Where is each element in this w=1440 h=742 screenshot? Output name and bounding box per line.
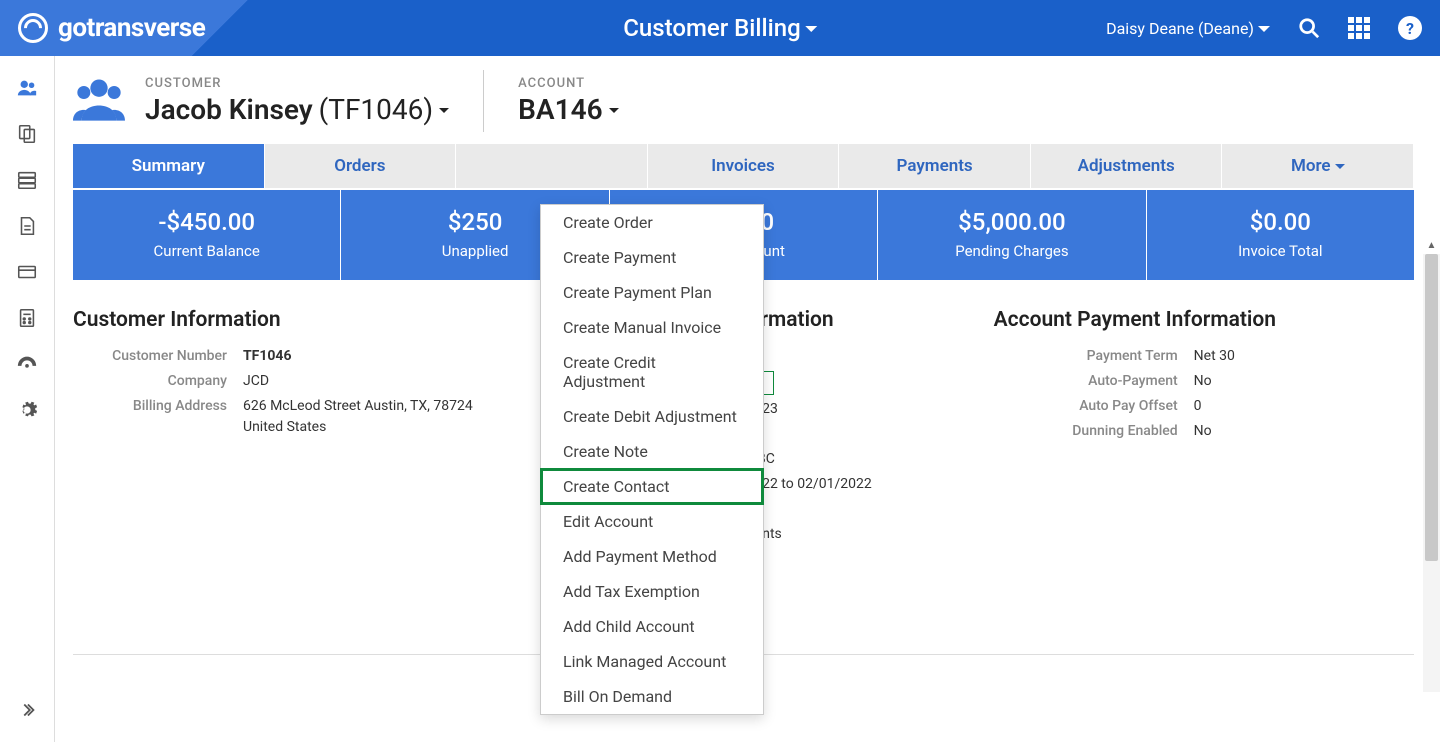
account-name-dropdown[interactable]: BA146 xyxy=(518,93,618,126)
stat-label: Current Balance xyxy=(73,242,340,260)
caret-down-icon xyxy=(1335,164,1345,174)
sidebar xyxy=(0,56,55,742)
info-key: Billing Address xyxy=(73,396,243,438)
tab-summary[interactable]: Summary xyxy=(73,144,265,188)
info-key: Company xyxy=(73,371,243,392)
menu-item-create-credit-adjustment[interactable]: Create Credit Adjustment xyxy=(541,345,763,399)
search-icon[interactable] xyxy=(1298,17,1320,39)
customer-id: (TF1046) xyxy=(319,93,433,126)
menu-item-create-payment-plan[interactable]: Create Payment Plan xyxy=(541,275,763,310)
info-key: Dunning Enabled xyxy=(994,421,1194,442)
customer-name-dropdown[interactable]: Jacob Kinsey (TF1046) xyxy=(145,93,449,126)
menu-item-create-debit-adjustment[interactable]: Create Debit Adjustment xyxy=(541,399,763,434)
caret-down-icon xyxy=(805,26,817,38)
info-value: TF1046 xyxy=(243,346,493,367)
stat-card: -$450.00 Current Balance xyxy=(73,190,341,280)
tab-payments[interactable]: Payments xyxy=(839,144,1031,188)
customer-icon xyxy=(73,77,125,125)
stat-card: $0.00 Invoice Total xyxy=(1147,190,1414,280)
tab-adjustments[interactable]: Adjustments xyxy=(1031,144,1223,188)
sidebar-server-icon[interactable] xyxy=(9,162,45,198)
brand-name: gotransverse xyxy=(58,13,205,43)
account-name: BA146 xyxy=(518,93,602,126)
info-key: Auto Pay Offset xyxy=(994,396,1194,417)
app-title-dropdown[interactable]: Customer Billing xyxy=(623,14,817,42)
sidebar-calculator-icon[interactable] xyxy=(9,300,45,336)
sidebar-users-icon[interactable] xyxy=(9,70,45,106)
info-row: Payment TermNet 30 xyxy=(994,346,1414,367)
caret-down-icon xyxy=(1258,26,1270,38)
menu-item-add-tax-exemption[interactable]: Add Tax Exemption xyxy=(541,574,763,609)
info-row: Auto Pay Offset0 xyxy=(994,396,1414,417)
stat-value: $5,000.00 xyxy=(878,208,1145,236)
vertical-scrollbar[interactable]: ▲ xyxy=(1423,254,1440,692)
topbar-right: Daisy Deane (Deane) ? xyxy=(1106,16,1422,40)
brand-logo-icon xyxy=(18,13,48,43)
menu-item-add-payment-method[interactable]: Add Payment Method xyxy=(541,539,763,574)
apps-grid-icon[interactable] xyxy=(1348,17,1370,39)
tab-more[interactable]: More xyxy=(1222,144,1414,188)
payment-info-col: Account Payment Information Payment Term… xyxy=(994,308,1414,624)
tab-hidden[interactable] xyxy=(456,144,648,188)
caret-down-icon xyxy=(439,108,449,118)
menu-item-create-payment[interactable]: Create Payment xyxy=(541,240,763,275)
menu-item-edit-account[interactable]: Edit Account xyxy=(541,504,763,539)
help-icon[interactable]: ? xyxy=(1398,16,1422,40)
sidebar-document-icon[interactable] xyxy=(9,208,45,244)
menu-item-link-managed-account[interactable]: Link Managed Account xyxy=(541,644,763,679)
scrollbar-up-icon[interactable]: ▲ xyxy=(1423,237,1440,254)
info-row: Customer NumberTF1046 xyxy=(73,346,493,367)
menu-item-create-contact[interactable]: Create Contact xyxy=(541,469,763,504)
menu-item-create-order[interactable]: Create Order xyxy=(541,205,763,240)
info-value: JCD xyxy=(243,371,493,392)
caret-down-icon xyxy=(609,108,619,118)
account-info-title: rmation xyxy=(760,308,833,332)
account-label: ACCOUNT xyxy=(518,76,618,91)
menu-item-add-child-account[interactable]: Add Child Account xyxy=(541,609,763,644)
scrollbar-thumb[interactable] xyxy=(1425,254,1438,561)
top-bar: gotransverse Customer Billing Daisy Dean… xyxy=(0,0,1440,56)
main-content: CUSTOMER Jacob Kinsey (TF1046) ACCOUNT B… xyxy=(55,56,1440,742)
info-key: Customer Number xyxy=(73,346,243,367)
info-value: No xyxy=(1194,421,1414,442)
sidebar-card-icon[interactable] xyxy=(9,254,45,290)
menu-item-bill-on-demand[interactable]: Bill On Demand xyxy=(541,679,763,714)
menu-item-create-note[interactable]: Create Note xyxy=(541,434,763,469)
info-row: Billing Address626 McLeod Street Austin,… xyxy=(73,396,493,438)
info-key: Auto-Payment xyxy=(994,371,1194,392)
info-row: Dunning EnabledNo xyxy=(994,421,1414,442)
sidebar-settings-icon[interactable] xyxy=(9,392,45,428)
sidebar-dashboard-icon[interactable] xyxy=(9,346,45,382)
stat-label: Pending Charges xyxy=(878,242,1145,260)
brand[interactable]: gotransverse xyxy=(0,13,205,43)
info-value: No xyxy=(1194,371,1414,392)
info-key: Payment Term xyxy=(994,346,1194,367)
info-value: 0 xyxy=(1194,396,1414,417)
sidebar-expand-icon[interactable] xyxy=(9,692,45,728)
sidebar-copy-icon[interactable] xyxy=(9,116,45,152)
menu-item-create-manual-invoice[interactable]: Create Manual Invoice xyxy=(541,310,763,345)
stat-value: -$450.00 xyxy=(73,208,340,236)
vertical-divider xyxy=(483,70,484,132)
info-row: Auto-PaymentNo xyxy=(994,371,1414,392)
customer-info-col: Customer Information Customer NumberTF10… xyxy=(73,308,493,624)
info-value: 626 McLeod Street Austin, TX, 78724 Unit… xyxy=(243,396,493,438)
payment-info-title: Account Payment Information xyxy=(994,308,1414,332)
stat-card: $5,000.00 Pending Charges xyxy=(878,190,1146,280)
customer-label: CUSTOMER xyxy=(145,76,449,91)
customer-info-title: Customer Information xyxy=(73,308,493,332)
account-actions-menu: Create OrderCreate PaymentCreate Payment… xyxy=(540,204,764,715)
user-display: Daisy Deane (Deane) xyxy=(1106,19,1254,38)
tab-orders[interactable]: Orders xyxy=(265,144,457,188)
customer-name: Jacob Kinsey xyxy=(145,93,313,126)
info-value: Net 30 xyxy=(1194,346,1414,367)
stat-value: $0.00 xyxy=(1147,208,1414,236)
tab-invoices[interactable]: Invoices xyxy=(648,144,840,188)
app-title: Customer Billing xyxy=(623,14,801,42)
info-row: CompanyJCD xyxy=(73,371,493,392)
tabs: SummaryOrders InvoicesPaymentsAdjustments… xyxy=(73,144,1414,188)
user-menu[interactable]: Daisy Deane (Deane) xyxy=(1106,18,1270,38)
stat-label: Invoice Total xyxy=(1147,242,1414,260)
